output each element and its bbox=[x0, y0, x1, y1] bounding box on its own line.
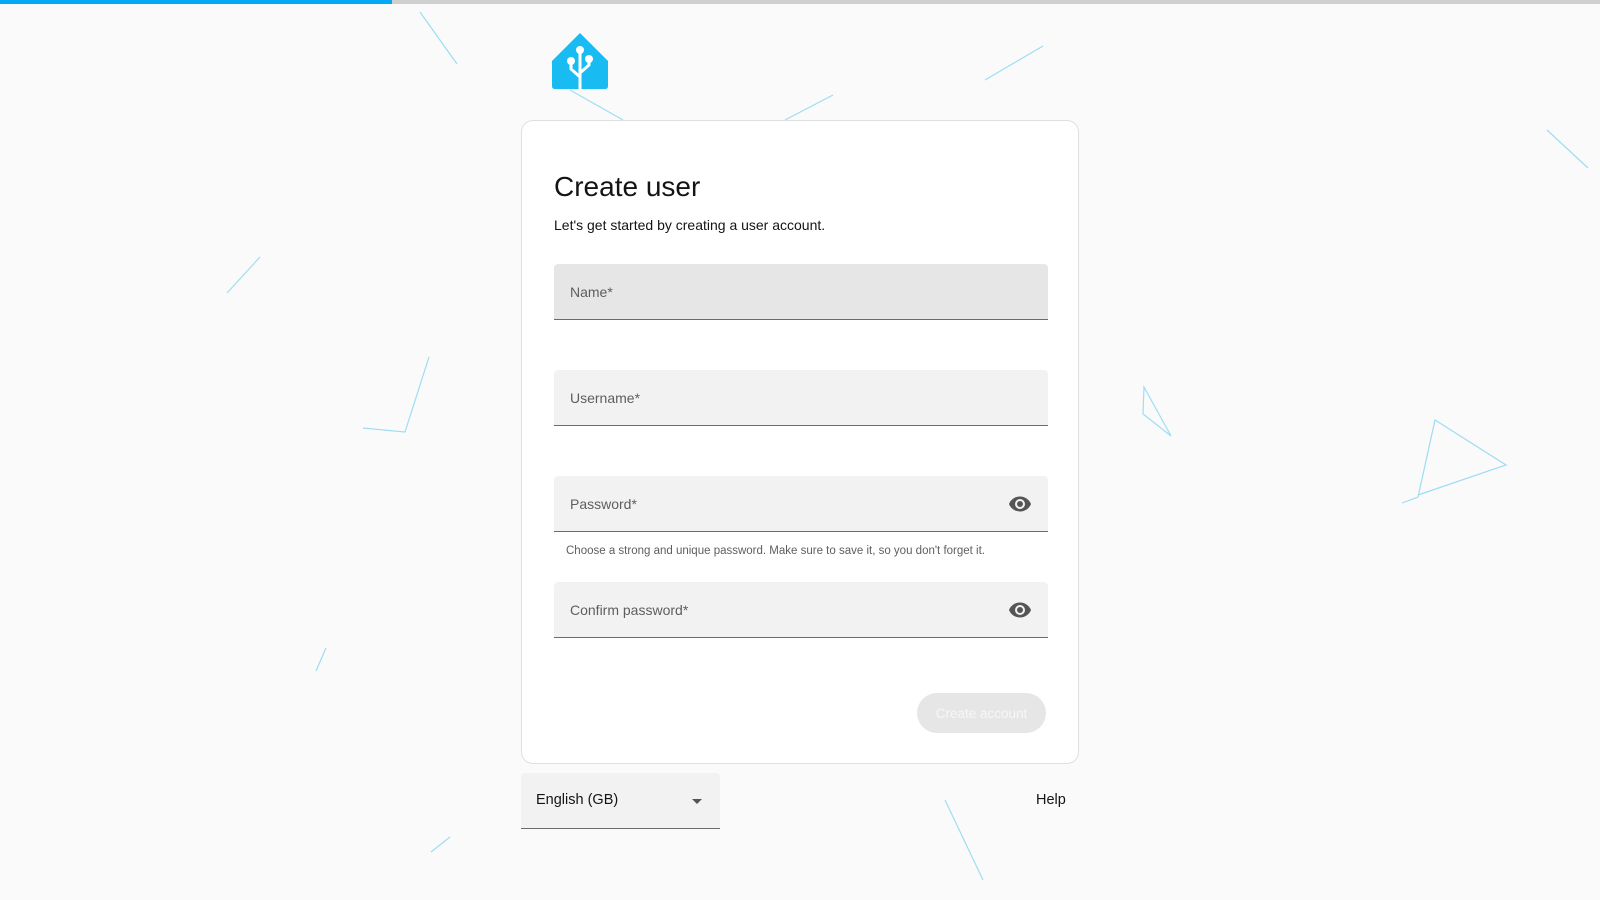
name-field[interactable]: Name* bbox=[554, 264, 1048, 320]
progress-track bbox=[0, 0, 1600, 4]
language-selected-value: English (GB) bbox=[536, 792, 619, 808]
help-link[interactable]: Help bbox=[1036, 792, 1066, 808]
card-title: Create user bbox=[554, 171, 701, 202]
password-field[interactable]: Password* bbox=[554, 476, 1048, 532]
card-subtitle: Let's get started by creating a user acc… bbox=[554, 217, 826, 233]
password-input[interactable] bbox=[570, 490, 994, 520]
password-helper-text: Choose a strong and unique password. Mak… bbox=[566, 545, 985, 557]
confirm-password-field[interactable]: Confirm password* bbox=[554, 582, 1048, 638]
confirm-password-input[interactable] bbox=[570, 596, 994, 626]
username-field[interactable]: Username* bbox=[554, 370, 1048, 426]
username-input[interactable] bbox=[570, 384, 994, 414]
caret-down-icon bbox=[692, 799, 702, 804]
create-user-card: Create user Let's get started by creatin… bbox=[521, 120, 1079, 764]
eye-icon[interactable] bbox=[1008, 598, 1032, 622]
eye-icon[interactable] bbox=[1008, 492, 1032, 516]
create-account-button[interactable]: Create account bbox=[917, 693, 1046, 733]
home-assistant-logo-icon bbox=[552, 33, 608, 89]
name-input[interactable] bbox=[570, 278, 994, 308]
language-select[interactable]: English (GB) bbox=[521, 773, 720, 829]
progress-bar bbox=[0, 0, 392, 4]
